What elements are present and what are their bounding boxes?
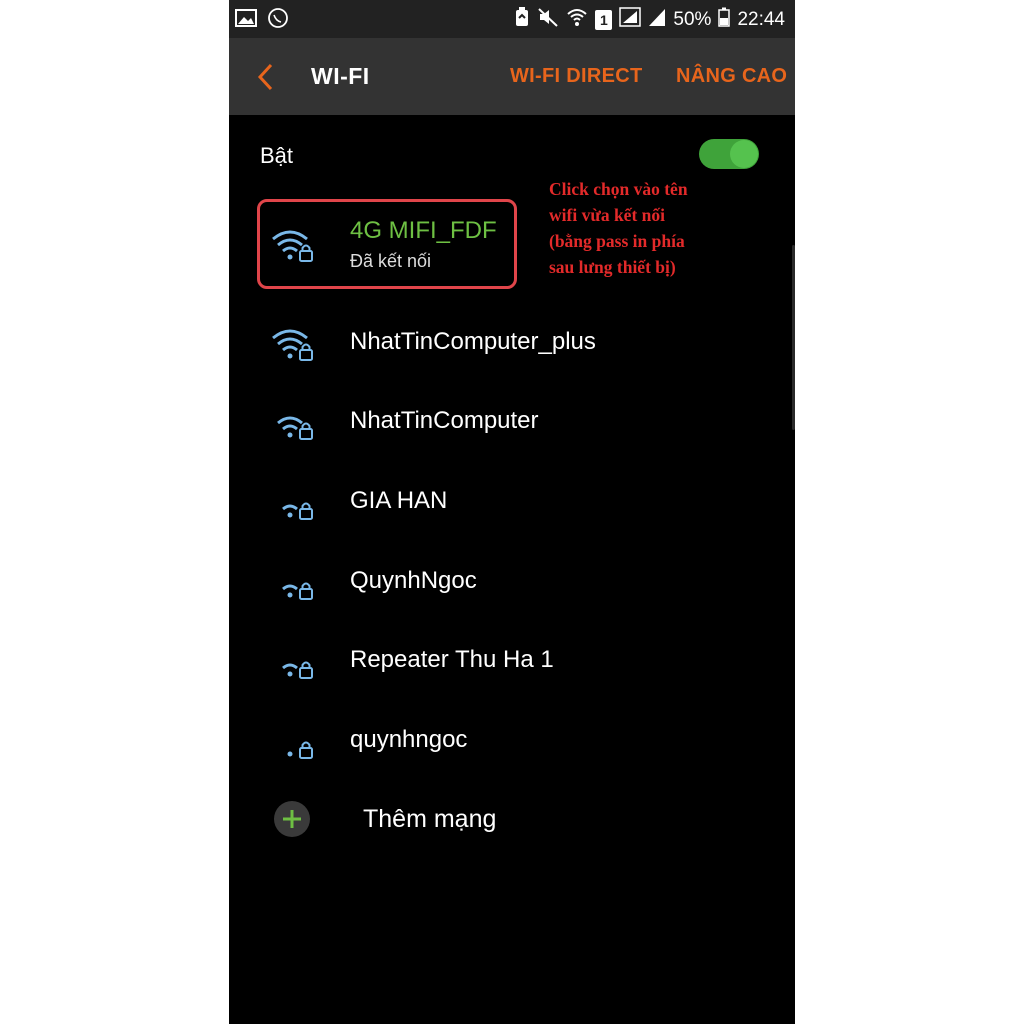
battery-saver-icon — [514, 6, 530, 34]
network-name: Repeater Thu Ha 1 — [350, 646, 554, 673]
annotation-line: wifi vừa kết nối — [549, 205, 665, 225]
network-name: GIA HAN — [350, 487, 448, 514]
wifi-toggle-switch[interactable] — [699, 139, 759, 169]
network-item[interactable]: NhatTinComputer — [229, 387, 795, 457]
network-name: NhatTinComputer_plus — [350, 328, 596, 355]
phone-screen: 1 50% 22:44 WI-FI WI-FI DIRECT NÂNG CAO … — [229, 0, 795, 1024]
connection-status: Đã kết nối — [350, 251, 432, 271]
wifi-signal-1-locked-icon — [269, 642, 321, 682]
chevron-left-icon — [257, 63, 273, 91]
network-item[interactable]: quynhngoc — [229, 706, 795, 776]
viber-icon — [267, 7, 289, 34]
wifi-direct-button[interactable]: WI-FI DIRECT — [510, 65, 642, 88]
annotation-line: sau lưng thiết bị) — [549, 257, 676, 277]
battery-icon — [718, 7, 731, 33]
status-bar: 1 50% 22:44 — [229, 0, 795, 38]
instruction-annotation: Click chọn vào tên wifi vừa kết nối (bằn… — [549, 176, 769, 280]
network-item[interactable]: GIA HAN — [229, 467, 795, 537]
clock: 22:44 — [737, 9, 785, 30]
annotation-line: (bằng pass in phía — [549, 231, 685, 251]
app-bar: WI-FI WI-FI DIRECT NÂNG CAO — [229, 38, 795, 115]
signal-icon-secondary — [648, 7, 666, 33]
advanced-button[interactable]: NÂNG CAO — [676, 65, 787, 88]
wifi-status-icon — [566, 6, 588, 34]
page-title: WI-FI — [311, 63, 370, 89]
back-button[interactable] — [253, 62, 279, 92]
network-name: 4G MIFI_FDF — [350, 217, 497, 244]
network-item[interactable]: Repeater Thu Ha 1 — [229, 626, 795, 696]
annotation-line: Click chọn vào tên — [549, 179, 688, 199]
network-item[interactable]: QuynhNgoc — [229, 547, 795, 617]
toggle-knob — [730, 140, 758, 168]
scrollbar[interactable] — [792, 245, 795, 430]
wifi-signal-1-locked-icon — [269, 483, 321, 523]
wifi-signal-1-locked-icon — [269, 563, 321, 603]
wifi-signal-0-locked-icon — [269, 722, 321, 762]
mute-icon — [537, 6, 559, 34]
wifi-signal-3-locked-icon — [269, 324, 321, 364]
sim-icon: 1 — [595, 10, 613, 30]
network-name: quynhngoc — [350, 726, 468, 753]
signal-icon — [619, 7, 642, 33]
gallery-icon — [235, 8, 257, 33]
network-item[interactable]: NhatTinComputer_plus — [229, 308, 795, 378]
sim-slot-number: 1 — [600, 12, 608, 28]
wifi-toggle-label: Bật — [260, 143, 294, 168]
add-network-label: Thêm mạng — [363, 805, 497, 833]
plus-icon — [274, 801, 310, 837]
network-name: NhatTinComputer — [350, 407, 539, 434]
add-network-button[interactable]: Thêm mạng — [229, 788, 795, 852]
network-name: QuynhNgoc — [350, 567, 477, 594]
wifi-signal-2-locked-icon — [269, 403, 321, 443]
battery-percent: 50% — [673, 9, 712, 30]
wifi-signal-3-locked-icon — [269, 225, 321, 265]
